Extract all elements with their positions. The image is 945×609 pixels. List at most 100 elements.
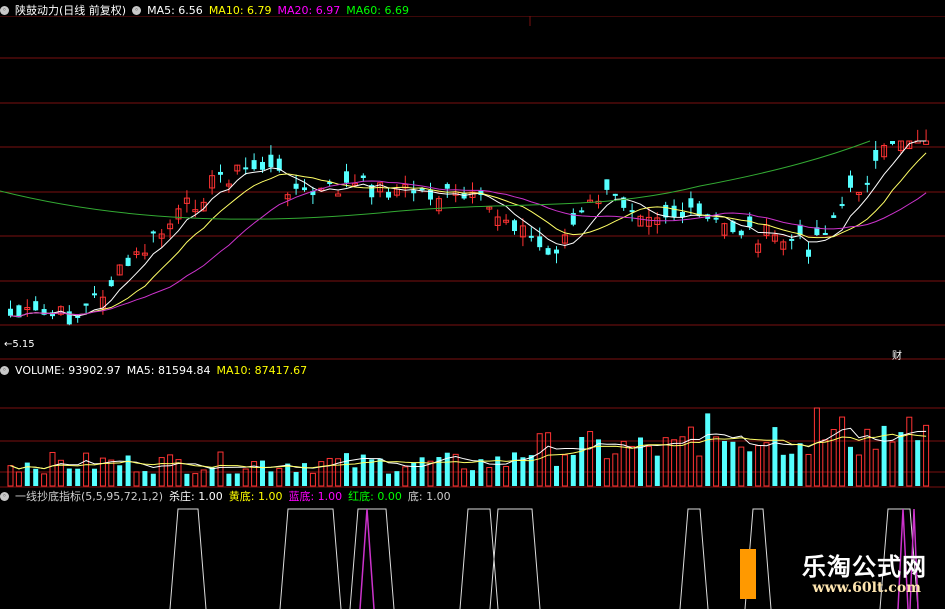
candle-body xyxy=(251,160,257,170)
volume-bar xyxy=(520,457,526,486)
volume-bar xyxy=(394,471,400,486)
candle-body xyxy=(848,175,853,188)
volume-bar xyxy=(839,416,846,487)
volume-bar xyxy=(117,465,123,486)
volume-bar xyxy=(309,472,316,487)
candlestick-chart[interactable] xyxy=(0,16,945,361)
ma5-label: MA5: 6.56 xyxy=(147,3,203,17)
signal-spike xyxy=(459,508,499,609)
volume-bar xyxy=(822,439,829,487)
volume-bar xyxy=(687,426,694,487)
candle-body xyxy=(83,303,89,306)
candle-body xyxy=(293,183,299,189)
candle-body xyxy=(268,154,274,168)
volume-bar xyxy=(528,455,534,486)
volume-bar xyxy=(705,413,711,486)
candle-body xyxy=(108,280,114,287)
volume-bar xyxy=(679,436,686,487)
watermark-url: www.60lt.com xyxy=(812,580,921,596)
volume-bar xyxy=(352,467,358,486)
volume-bar xyxy=(906,416,913,487)
low-price-marker: ←5.15 xyxy=(4,339,35,350)
volume-bar xyxy=(209,467,215,486)
volume-bar xyxy=(386,473,391,486)
volume-bar xyxy=(503,465,510,487)
volume-bar xyxy=(192,473,199,487)
ma60-line xyxy=(0,140,871,220)
shazhuang-label: 杀庄: 1.00 xyxy=(169,490,223,503)
ma-line xyxy=(10,152,927,318)
ma-line xyxy=(10,180,927,318)
volume-bar xyxy=(108,459,115,487)
candle-body xyxy=(688,198,694,208)
volume-bar xyxy=(620,440,627,487)
vol-ma10-label: MA10: 87417.67 xyxy=(216,363,308,377)
volume-bar xyxy=(15,471,22,487)
volume-bar xyxy=(645,445,652,487)
candle-body xyxy=(890,141,895,144)
finance-badge[interactable]: 财 xyxy=(892,347,902,362)
signal-purple-spike xyxy=(359,508,375,609)
volume-collapse-icon[interactable]: ◦ xyxy=(0,365,9,375)
candle-body xyxy=(344,171,349,183)
volume-bar xyxy=(276,467,283,487)
volume-bar xyxy=(654,455,660,486)
candle-body xyxy=(444,184,450,189)
volume-bar xyxy=(612,453,619,487)
volume-bar xyxy=(889,441,896,487)
volume-header: ◦ VOLUME: 93902.97 MA5: 81594.84 MA10: 8… xyxy=(0,362,313,378)
volume-bar xyxy=(898,432,904,486)
volume-bar xyxy=(486,466,493,487)
candle-body xyxy=(537,236,543,248)
volume-bar xyxy=(772,427,778,486)
candle-body xyxy=(33,301,39,311)
candle-body xyxy=(612,193,618,196)
collapse-icon[interactable]: ◦ xyxy=(0,5,9,15)
candle-body xyxy=(335,193,342,197)
volume-bar xyxy=(797,443,803,486)
volume-bar xyxy=(763,442,770,487)
watermark-brand: 乐淘公式网 xyxy=(802,553,927,581)
volume-bar xyxy=(587,431,594,487)
volume-bar xyxy=(813,407,820,487)
volume-bar xyxy=(638,437,643,486)
vol-ma5-label: MA5: 81594.84 xyxy=(126,363,211,377)
volume-bar xyxy=(33,468,39,486)
candle-body xyxy=(822,232,828,235)
huangdi-label: 黄底: 1.00 xyxy=(228,490,283,503)
volume-bar xyxy=(915,440,921,486)
volume-bar xyxy=(872,448,879,487)
volume-bar xyxy=(369,459,375,486)
volume-bar xyxy=(302,463,307,486)
volume-bar xyxy=(167,454,174,487)
volume-bar xyxy=(226,473,232,486)
candle-body xyxy=(243,167,249,170)
volume-bar xyxy=(554,465,559,486)
volume-bar xyxy=(142,471,148,486)
volume-bar xyxy=(360,454,366,486)
volume-chart[interactable] xyxy=(0,378,945,488)
signal-collapse-icon[interactable]: ◦ xyxy=(0,491,9,501)
volume-bar xyxy=(419,457,425,486)
volume-bar xyxy=(251,461,258,487)
candle-body xyxy=(738,230,744,236)
candle-body xyxy=(839,204,845,207)
volume-bar xyxy=(184,473,190,486)
volume-bar xyxy=(41,473,48,487)
candle-body xyxy=(411,190,417,194)
volume-bar xyxy=(696,455,703,487)
volume-bar xyxy=(377,458,383,486)
volume-bar xyxy=(125,455,131,486)
volume-bar xyxy=(730,441,736,486)
candle-body xyxy=(512,220,517,232)
volume-bar xyxy=(285,463,291,486)
candle-body xyxy=(386,191,391,198)
di-label: 底: 1.00 xyxy=(407,490,451,503)
signal-spike xyxy=(279,508,342,609)
candle-body xyxy=(873,149,879,161)
volume-bar xyxy=(478,459,484,486)
volume-bar xyxy=(344,453,349,486)
settings-icon[interactable]: ◦ xyxy=(132,5,142,15)
volume-bar xyxy=(512,452,517,486)
volume-bar xyxy=(318,461,325,487)
